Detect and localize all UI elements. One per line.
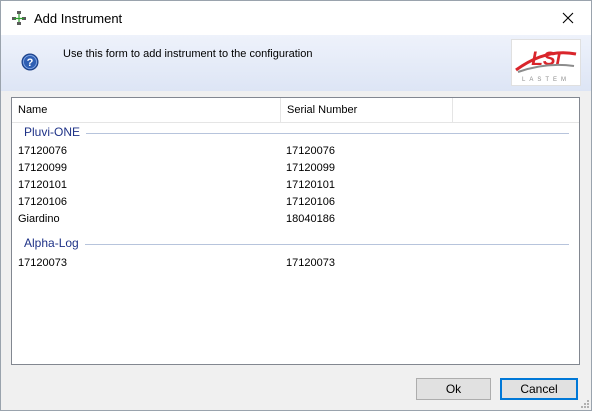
item-serial: 18040186 — [286, 213, 335, 225]
list-item[interactable]: Giardino 18040186 — [12, 211, 579, 229]
lsi-logo: LSI LASTEM — [511, 39, 581, 86]
list-column-header: Name Serial Number — [12, 98, 579, 123]
item-serial: 17120106 — [286, 196, 335, 208]
item-name: Giardino — [18, 213, 60, 225]
ok-button[interactable]: Ok — [416, 378, 491, 400]
column-name-label: Name — [18, 104, 48, 116]
window-title: Add Instrument — [34, 11, 123, 26]
item-name: 17120099 — [18, 162, 67, 174]
close-icon — [562, 12, 574, 24]
item-serial: 17120101 — [286, 179, 335, 191]
item-name: 17120073 — [18, 257, 67, 269]
resize-grip-icon[interactable] — [579, 398, 589, 408]
svg-text:?: ? — [27, 57, 34, 69]
group-label: Alpha-Log — [24, 236, 85, 250]
column-header-serial-number[interactable]: Serial Number — [281, 98, 453, 122]
item-serial: 17120076 — [286, 145, 335, 157]
item-serial: 17120099 — [286, 162, 335, 174]
item-serial: 17120073 — [286, 257, 335, 269]
list-item[interactable]: 17120073 17120073 — [12, 255, 579, 273]
close-button[interactable] — [545, 1, 591, 35]
group-header-alpha-log[interactable]: Alpha-Log — [12, 235, 579, 253]
list-item[interactable]: 17120101 17120101 — [12, 177, 579, 195]
group-divider — [24, 133, 569, 134]
header-banner: ? Use this form to add instrument to the… — [1, 35, 591, 91]
add-instrument-dialog: Add Instrument ? Use this form to add in… — [0, 0, 592, 411]
title-bar: Add Instrument — [1, 1, 591, 35]
group-header-pluvi-one[interactable]: Pluvi-ONE — [12, 124, 579, 142]
list-item[interactable]: 17120106 17120106 — [12, 194, 579, 212]
column-header-name[interactable]: Name — [12, 98, 281, 122]
cancel-button[interactable]: Cancel — [500, 378, 578, 400]
item-name: 17120106 — [18, 196, 67, 208]
instrument-network-icon — [12, 11, 26, 25]
help-icon: ? — [21, 53, 39, 71]
item-name: 17120101 — [18, 179, 67, 191]
instrument-list[interactable]: Name Serial Number Pluvi-ONE 17120076 17… — [11, 97, 580, 365]
group-divider — [24, 244, 569, 245]
header-description: Use this form to add instrument to the c… — [63, 48, 313, 60]
list-item[interactable]: 17120099 17120099 — [12, 160, 579, 178]
group-label: Pluvi-ONE — [24, 125, 87, 139]
column-serial-label: Serial Number — [287, 104, 358, 116]
logo-subtext: LASTEM — [522, 77, 570, 83]
list-item[interactable]: 17120076 17120076 — [12, 143, 579, 161]
item-name: 17120076 — [18, 145, 67, 157]
